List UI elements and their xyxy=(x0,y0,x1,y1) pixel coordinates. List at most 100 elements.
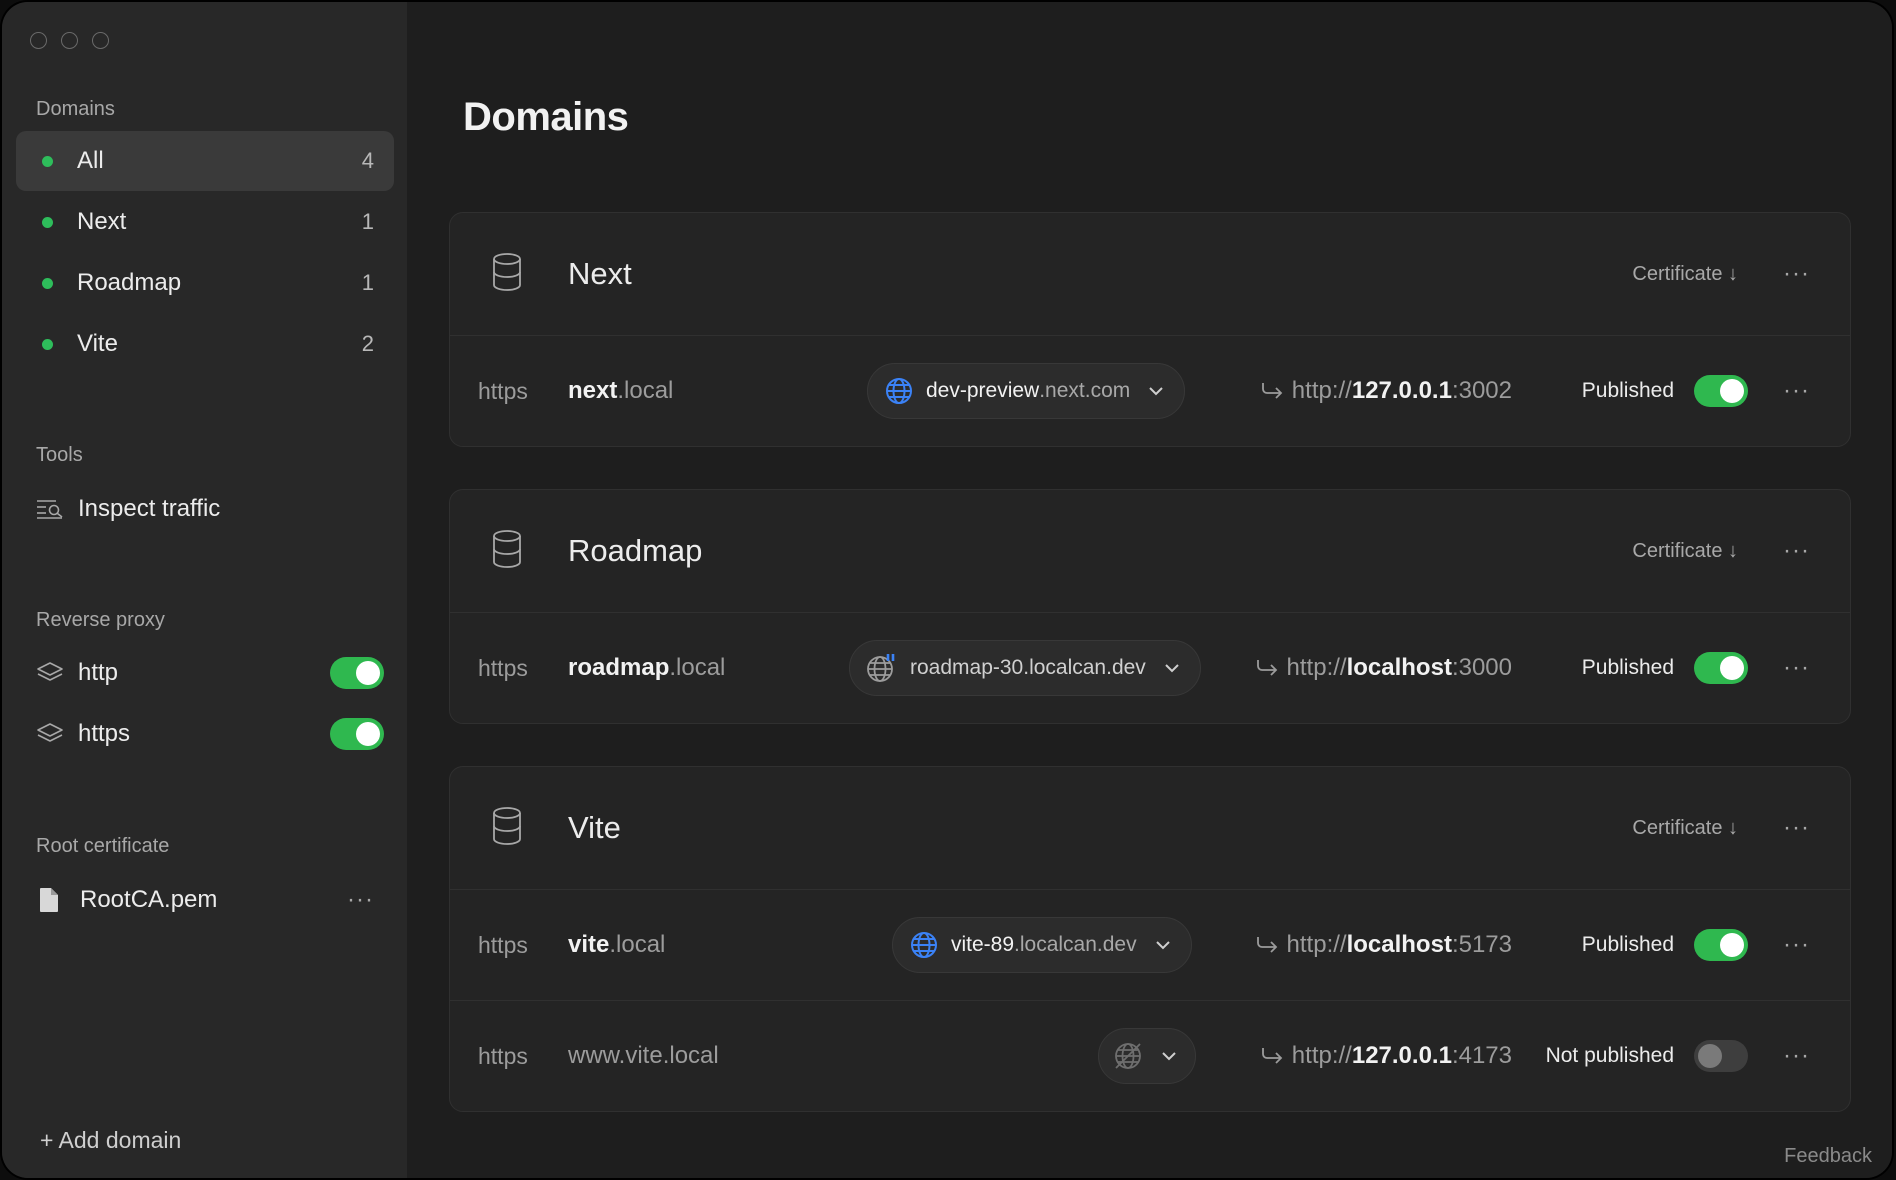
sidebar-item-https-proxy: https xyxy=(16,704,394,764)
http-proxy-toggle[interactable] xyxy=(330,657,384,689)
add-domain-button[interactable]: + Add domain xyxy=(40,1127,181,1154)
publish-status: Published xyxy=(1581,656,1674,679)
public-url-dropdown[interactable]: dev-preview .next.com xyxy=(867,363,1186,419)
chevron-down-icon xyxy=(1164,663,1180,673)
domain-card-roadmap: Roadmap Certificate ↓ ··· https roadmap.… xyxy=(449,489,1851,724)
layers-icon xyxy=(36,719,66,749)
local-hostname: next.local xyxy=(568,377,674,404)
file-icon xyxy=(38,885,68,915)
row-more-options-icon[interactable]: ··· xyxy=(1783,1042,1810,1070)
row-more-options-icon[interactable]: ··· xyxy=(1783,377,1810,405)
publish-status: Published xyxy=(1581,933,1674,956)
card-more-options-icon[interactable]: ··· xyxy=(1783,260,1810,288)
domain-card-vite: Vite Certificate ↓ ··· https vite.local … xyxy=(449,766,1851,1112)
target-url: http://127.0.0.1:3002 xyxy=(1260,377,1512,405)
sidebar-item-roadmap[interactable]: Roadmap 1 xyxy=(16,253,394,313)
redirect-arrow-icon xyxy=(1255,935,1279,955)
card-header: Next Certificate ↓ ··· xyxy=(450,213,1850,336)
public-domain: roadmap-30.localcan.dev xyxy=(910,656,1146,679)
domain-row: https roadmap.local roadmap-30.localcan.… xyxy=(450,613,1850,723)
sidebar-item-inspect-traffic[interactable]: Inspect traffic xyxy=(16,479,394,539)
certificate-download-button[interactable]: Certificate ↓ xyxy=(1632,817,1738,840)
publish-toggle[interactable] xyxy=(1694,652,1748,684)
card-more-options-icon[interactable]: ··· xyxy=(1783,814,1810,842)
public-url-dropdown[interactable] xyxy=(1098,1028,1196,1084)
chevron-down-icon xyxy=(1155,940,1171,950)
sidebar-item-label: Inspect traffic xyxy=(78,495,221,522)
local-hostname: www.vite.local xyxy=(568,1042,719,1069)
protocol-label: https xyxy=(478,654,528,681)
certificate-download-button[interactable]: Certificate ↓ xyxy=(1632,540,1738,563)
card-header: Vite Certificate ↓ ··· xyxy=(450,767,1850,890)
database-icon xyxy=(492,807,522,850)
domain-row: https vite.local vite-89 .localcan.dev ht… xyxy=(450,890,1850,1000)
status-dot xyxy=(42,277,53,289)
domain-row: https www.vite.local http://127.0.0.1:41… xyxy=(450,1000,1850,1111)
card-more-options-icon[interactable]: ··· xyxy=(1783,537,1810,565)
globe-pausing-icon xyxy=(866,652,898,684)
publish-status: Not published xyxy=(1545,1044,1674,1067)
publish-toggle[interactable] xyxy=(1694,1040,1748,1072)
public-url-dropdown[interactable]: roadmap-30.localcan.dev xyxy=(849,640,1201,696)
redirect-arrow-icon xyxy=(1260,1046,1284,1066)
row-more-options-icon[interactable]: ··· xyxy=(1783,654,1810,682)
local-hostname: roadmap.local xyxy=(568,654,726,681)
card-title: Roadmap xyxy=(568,533,703,568)
app-window: Domains All 4 Next 1 Roadmap 1 Vite 2 To… xyxy=(2,2,1892,1178)
sidebar-item-count: 4 xyxy=(361,148,374,173)
close-window-button[interactable] xyxy=(30,32,47,49)
tools-section-label: Tools xyxy=(36,444,83,466)
public-subdomain: vite-89 xyxy=(951,933,1015,956)
card-title: Vite xyxy=(568,810,621,845)
certificate-download-button[interactable]: Certificate ↓ xyxy=(1632,263,1738,286)
sidebar-item-label: Roadmap xyxy=(77,269,182,296)
root-certificate-section-label: Root certificate xyxy=(36,835,170,857)
target-url: http://localhost:3000 xyxy=(1255,654,1512,682)
domains-section-label: Domains xyxy=(36,98,115,120)
sidebar-item-root-certificate[interactable]: RootCA.pem ··· xyxy=(16,870,394,930)
chevron-down-icon xyxy=(1161,1051,1177,1061)
sidebar-item-label: Next xyxy=(77,208,127,235)
publish-toggle[interactable] xyxy=(1694,375,1748,407)
sidebar-item-count: 1 xyxy=(361,270,374,295)
local-hostname: vite.local xyxy=(568,931,666,958)
status-dot xyxy=(42,155,53,167)
card-title: Next xyxy=(568,256,632,291)
minimize-window-button[interactable] xyxy=(61,32,78,49)
zoom-window-button[interactable] xyxy=(92,32,109,49)
globe-icon xyxy=(909,930,939,960)
feedback-link[interactable]: Feedback xyxy=(1784,1145,1872,1168)
inspect-traffic-icon xyxy=(36,494,66,524)
globe-disabled-icon xyxy=(1113,1041,1143,1071)
sidebar-item-label: https xyxy=(78,720,131,747)
publish-toggle[interactable] xyxy=(1694,929,1748,961)
row-more-options-icon[interactable]: ··· xyxy=(1783,931,1810,959)
main-content: Domains Next Certificate ↓ ··· https nex… xyxy=(407,2,1892,1178)
more-options-icon[interactable]: ··· xyxy=(347,886,374,914)
chevron-down-icon xyxy=(1148,386,1164,396)
sidebar-item-http-proxy: http xyxy=(16,643,394,703)
redirect-arrow-icon xyxy=(1260,381,1284,401)
https-proxy-toggle[interactable] xyxy=(330,718,384,750)
page-title: Domains xyxy=(463,95,629,139)
sidebar-item-vite[interactable]: Vite 2 xyxy=(16,314,394,374)
protocol-label: https xyxy=(478,931,528,958)
sidebar-item-label: All xyxy=(77,147,104,174)
public-url-dropdown[interactable]: vite-89 .localcan.dev xyxy=(892,917,1192,973)
sidebar-item-count: 2 xyxy=(361,331,374,356)
globe-icon xyxy=(884,376,914,406)
reverse-proxy-section-label: Reverse proxy xyxy=(36,609,165,631)
protocol-label: https xyxy=(478,1042,528,1069)
database-icon xyxy=(492,530,522,573)
publish-status: Published xyxy=(1581,379,1674,402)
sidebar-item-all[interactable]: All 4 xyxy=(16,131,394,191)
domain-card-next: Next Certificate ↓ ··· https next.local … xyxy=(449,212,1851,447)
status-dot xyxy=(42,216,53,228)
sidebar-item-next[interactable]: Next 1 xyxy=(16,192,394,252)
redirect-arrow-icon xyxy=(1255,658,1279,678)
public-subdomain: dev-preview xyxy=(926,379,1040,402)
sidebar-item-label: Vite xyxy=(77,330,118,357)
window-controls xyxy=(30,32,109,49)
domain-row: https next.local dev-preview .next.com ht… xyxy=(450,336,1850,446)
sidebar: Domains All 4 Next 1 Roadmap 1 Vite 2 To… xyxy=(2,2,407,1178)
